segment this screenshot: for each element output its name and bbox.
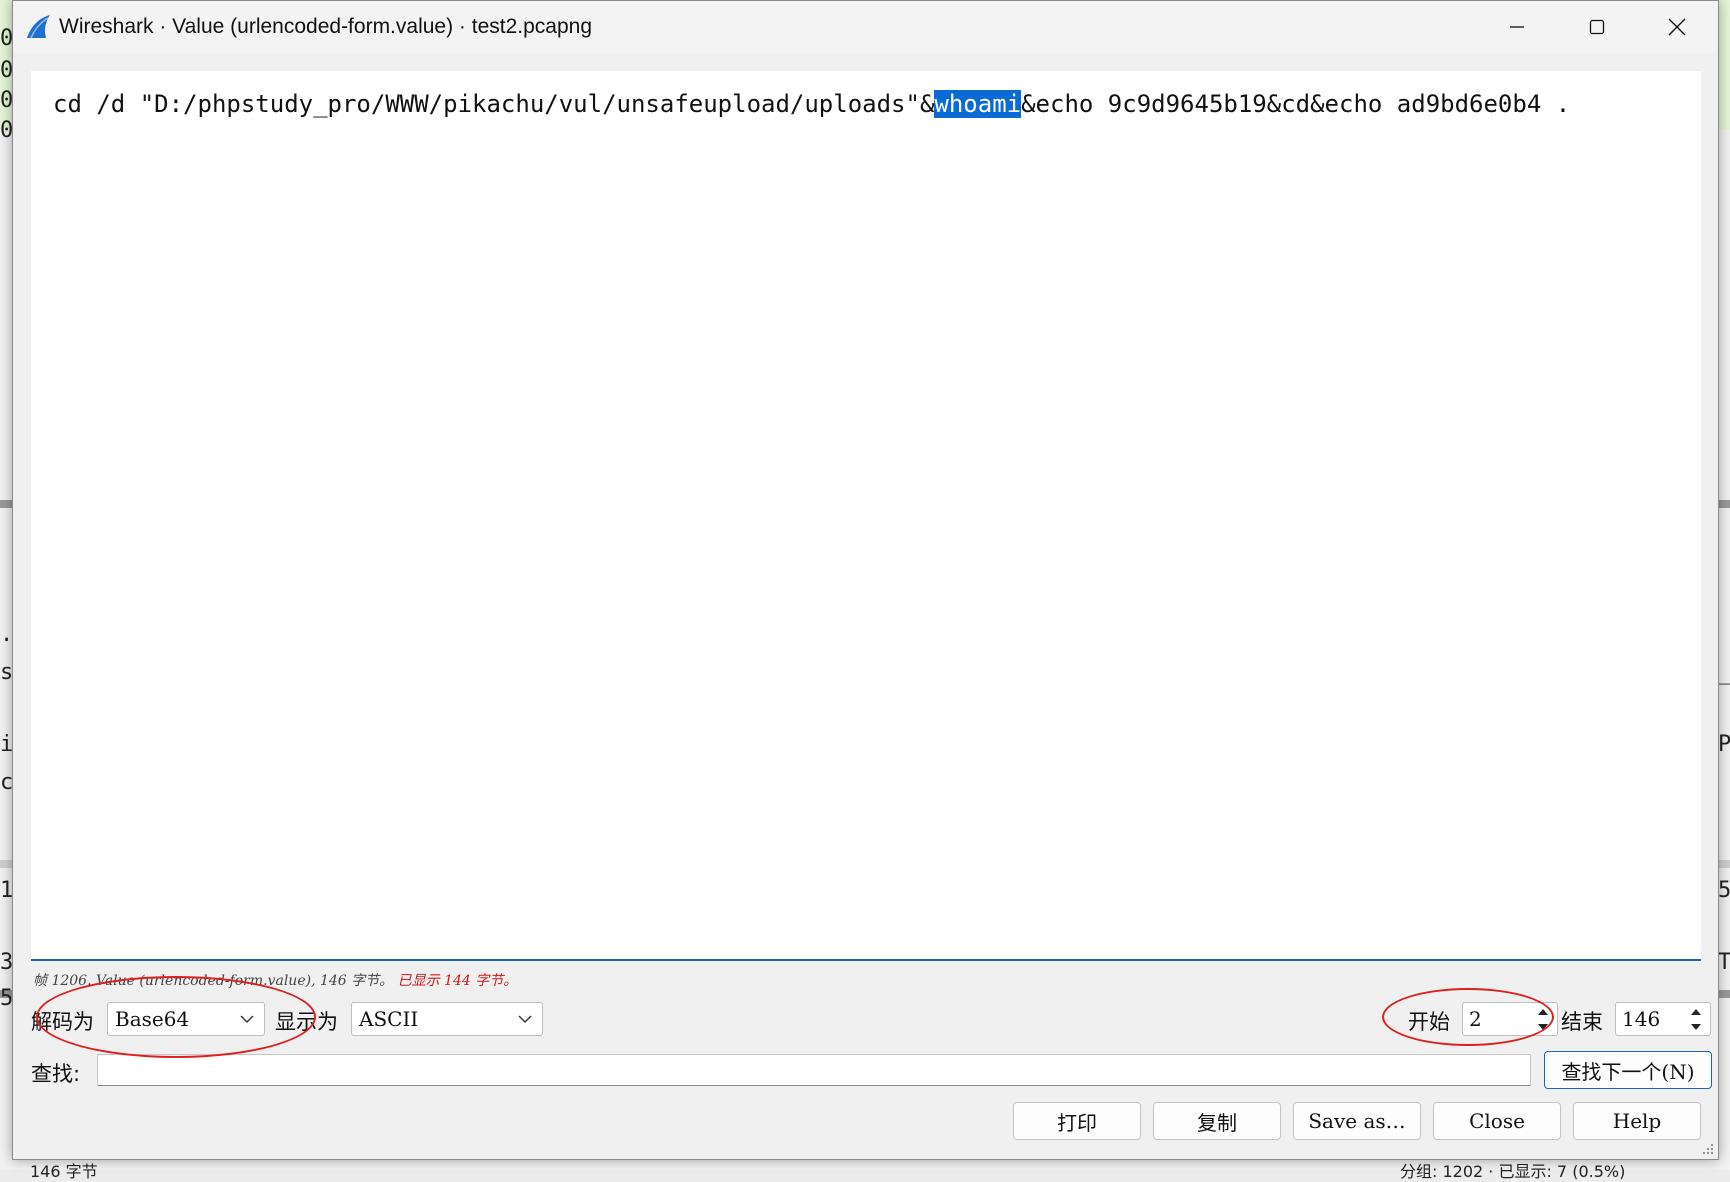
close-button[interactable]: Close xyxy=(1433,1102,1561,1140)
background-text: 5 xyxy=(1718,878,1730,903)
start-value: 2 xyxy=(1469,1007,1482,1031)
frame-info-text: 帧 1206. Value (urlencoded-form.value), 1… xyxy=(33,973,394,989)
chevron-down-icon xyxy=(240,1015,254,1023)
maximize-button[interactable] xyxy=(1557,1,1637,53)
window-title: Wireshark · Value (urlencoded-form.value… xyxy=(59,15,593,38)
start-spin-buttons xyxy=(1531,1004,1555,1034)
minimize-icon xyxy=(1510,26,1524,28)
print-button[interactable]: 打印 xyxy=(1013,1102,1141,1140)
background-text: P xyxy=(1718,732,1730,757)
maximize-icon xyxy=(1589,19,1605,35)
show-packet-bytes-dialog: Wireshark · Value (urlencoded-form.value… xyxy=(12,0,1719,1160)
background-status-right: 分组: 1202 · 已显示: 7 (0.5%) xyxy=(1400,1162,1626,1181)
end-label: 结束 xyxy=(1561,1010,1603,1034)
background-status-left: 146 字节 xyxy=(30,1162,98,1181)
chevron-down-icon xyxy=(518,1015,532,1023)
resize-grip-icon[interactable] xyxy=(1700,1141,1714,1155)
selected-text[interactable]: whoami xyxy=(934,90,1022,118)
show-as-value: ASCII xyxy=(359,1007,419,1031)
show-as-select[interactable]: ASCII xyxy=(351,1002,543,1036)
arrow-down-icon xyxy=(1538,1023,1548,1030)
shown-bytes-warning: 已显示 144 字节。 xyxy=(397,973,518,989)
decoded-bytes-view[interactable]: cd /d "D:/phpstudy_pro/WWW/pikachu/vul/u… xyxy=(31,71,1701,961)
help-button[interactable]: Help xyxy=(1573,1102,1701,1140)
close-window-button[interactable] xyxy=(1637,1,1717,53)
show-as-label: 显示为 xyxy=(275,1010,338,1034)
find-input[interactable] xyxy=(97,1054,1531,1086)
start-spinbox[interactable]: 2 xyxy=(1462,1002,1558,1036)
find-label: 查找: xyxy=(31,1062,81,1086)
end-spin-buttons xyxy=(1684,1004,1708,1034)
decode-as-label: 解码为 xyxy=(31,1010,94,1034)
background-text: T xyxy=(1718,950,1730,975)
end-spinbox[interactable]: 146 xyxy=(1615,1002,1711,1036)
end-increment-button[interactable] xyxy=(1684,1004,1708,1019)
decoded-text-after: &echo 9c9d9645b19&cd&echo ad9bd6e0b4 . xyxy=(1021,90,1571,118)
start-decrement-button[interactable] xyxy=(1531,1019,1555,1034)
decoded-text-before: cd /d "D:/phpstudy_pro/WWW/pikachu/vul/u… xyxy=(53,90,935,118)
end-decrement-button[interactable] xyxy=(1684,1019,1708,1034)
title-bar[interactable]: Wireshark · Value (urlencoded-form.value… xyxy=(13,1,1718,53)
decode-as-value: Base64 xyxy=(115,1007,190,1031)
arrow-up-icon xyxy=(1691,1008,1701,1015)
copy-button[interactable]: 复制 xyxy=(1153,1102,1281,1140)
arrow-up-icon xyxy=(1538,1008,1548,1015)
close-icon xyxy=(1668,18,1686,36)
end-value: 146 xyxy=(1622,1007,1661,1031)
find-next-button[interactable]: 查找下一个(N) xyxy=(1544,1051,1712,1089)
byte-info-line: 帧 1206. Value (urlencoded-form.value), 1… xyxy=(33,970,517,990)
start-label: 开始 xyxy=(1408,1010,1450,1034)
save-as-button[interactable]: Save as… xyxy=(1293,1102,1421,1140)
decode-as-select[interactable]: Base64 xyxy=(107,1002,265,1036)
wireshark-fin-icon xyxy=(27,15,50,39)
start-increment-button[interactable] xyxy=(1531,1004,1555,1019)
background-text: _F xyxy=(1718,660,1730,685)
minimize-button[interactable] xyxy=(1477,1,1557,53)
arrow-down-icon xyxy=(1691,1023,1701,1030)
decoded-text[interactable]: cd /d "D:/phpstudy_pro/WWW/pikachu/vul/u… xyxy=(53,87,1570,121)
